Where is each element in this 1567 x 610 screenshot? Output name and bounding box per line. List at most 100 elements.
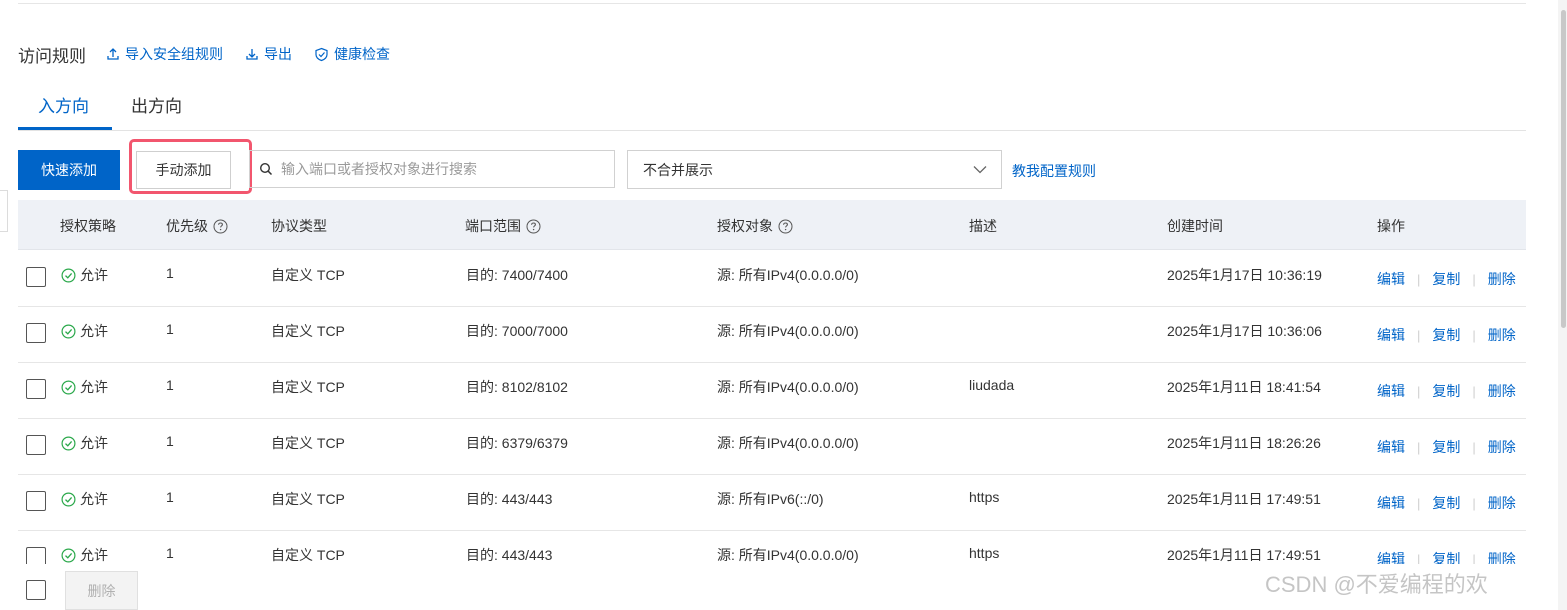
check-circle-icon [61,379,76,395]
batch-delete-button[interactable]: 删除 [65,571,138,610]
page-title: 访问规则 [18,46,86,66]
merge-display-select[interactable]: 不合并展示 [627,150,1002,189]
row-checkbox[interactable] [26,379,46,399]
edit-link[interactable]: 编辑 [1377,269,1405,289]
edit-link[interactable]: 编辑 [1377,325,1405,345]
health-check-link[interactable]: 健康检查 [314,44,390,64]
copy-link[interactable]: 复制 [1432,325,1460,345]
import-rules-label: 导入安全组规则 [125,46,223,62]
row-checkbox[interactable] [26,435,46,455]
protocol-cell: 自定义 TCP [271,491,345,507]
protocol-cell: 自定义 TCP [271,379,345,395]
description-cell: https [969,545,1000,561]
created-time-cell: 2025年1月11日 17:49:51 [1167,547,1321,563]
row-checkbox[interactable] [26,547,46,564]
search-box[interactable] [249,150,615,188]
row-actions: 编辑 | 复制 | 删除 [1377,269,1516,289]
delete-link[interactable]: 删除 [1488,381,1516,401]
created-time-cell: 2025年1月11日 17:49:51 [1167,491,1321,507]
source-cell: 源: 所有IPv4(0.0.0.0/0) [717,323,859,339]
col-description: 描述 [969,218,997,234]
check-circle-icon [61,323,76,339]
quick-add-button[interactable]: 快速添加 [18,150,120,190]
select-all-checkbox[interactable] [26,580,46,600]
side-panel-handle[interactable] [0,190,8,232]
protocol-cell: 自定义 TCP [271,435,345,451]
row-actions: 编辑 | 复制 | 删除 [1377,381,1516,401]
description-cell: liudada [969,377,1015,393]
table-row: 允许 1 自定义 TCP 目的: 7000/7000 源: 所有IPv4(0.0… [18,306,1526,363]
delete-link[interactable]: 删除 [1488,493,1516,513]
export-link[interactable]: 导出 [245,44,292,64]
copy-link[interactable]: 复制 [1432,437,1460,457]
protocol-cell: 自定义 TCP [271,267,345,283]
source-cell: 源: 所有IPv6(::/0) [717,491,824,507]
help-circle-icon[interactable] [213,219,228,234]
priority-cell: 1 [166,377,174,393]
row-actions: 编辑 | 复制 | 删除 [1377,437,1516,457]
watermark: CSDN @不爱编程的欢 [1265,572,1488,597]
policy-allow: 允许 [61,321,108,341]
upload-icon [107,48,119,60]
separator: | [1417,271,1421,287]
separator: | [1417,439,1421,455]
created-time-cell: 2025年1月17日 10:36:19 [1167,267,1322,283]
col-source: 授权对象 [717,216,793,236]
table-row: 允许 1 自定义 TCP 目的: 7400/7400 源: 所有IPv4(0.0… [18,250,1526,307]
row-checkbox[interactable] [26,491,46,511]
port-cell: 目的: 8102/8102 [466,379,568,395]
created-time-cell: 2025年1月17日 10:36:06 [1167,323,1322,339]
annotation-highlight-box [129,139,252,194]
delete-link[interactable]: 删除 [1488,269,1516,289]
separator: | [1417,495,1421,511]
check-circle-icon [61,267,76,283]
search-icon [259,162,273,176]
delete-link[interactable]: 删除 [1488,437,1516,457]
port-cell: 目的: 7400/7400 [466,267,568,283]
edit-link[interactable]: 编辑 [1377,437,1405,457]
copy-link[interactable]: 复制 [1432,381,1460,401]
source-cell: 源: 所有IPv4(0.0.0.0/0) [717,267,859,283]
delete-link[interactable]: 删除 [1488,549,1516,564]
copy-link[interactable]: 复制 [1432,549,1460,564]
config-help-link[interactable]: 教我配置规则 [1012,161,1096,181]
edit-link[interactable]: 编辑 [1377,549,1405,564]
export-label: 导出 [264,46,292,62]
table-row: 允许 1 自定义 TCP 目的: 443/443 源: 所有IPv4(0.0.0… [18,530,1526,564]
protocol-cell: 自定义 TCP [271,323,345,339]
separator: | [1472,271,1476,287]
help-circle-icon[interactable] [526,219,541,234]
download-icon [246,49,258,60]
delete-link[interactable]: 删除 [1488,325,1516,345]
col-port-range: 端口范围 [465,216,541,236]
port-cell: 目的: 7000/7000 [466,323,568,339]
help-circle-icon[interactable] [778,219,793,234]
merge-display-value: 不合并展示 [643,161,713,178]
source-cell: 源: 所有IPv4(0.0.0.0/0) [717,379,859,395]
tab-outbound[interactable]: 出方向 [131,92,182,128]
priority-cell: 1 [166,545,174,561]
col-policy: 授权策略 [60,218,116,234]
priority-cell: 1 [166,433,174,449]
row-checkbox[interactable] [26,323,46,343]
port-cell: 目的: 6379/6379 [466,435,568,451]
tab-inbound[interactable]: 入方向 [38,92,89,128]
page-scrollbar-thumb[interactable] [1561,10,1566,328]
separator: | [1472,383,1476,399]
created-time-cell: 2025年1月11日 18:26:26 [1167,435,1321,451]
table-row: 允许 1 自定义 TCP 目的: 6379/6379 源: 所有IPv4(0.0… [18,418,1526,475]
edit-link[interactable]: 编辑 [1377,381,1405,401]
policy-allow: 允许 [61,265,108,285]
search-input[interactable] [279,160,603,178]
policy-allow: 允许 [61,377,108,397]
policy-allow: 允许 [61,489,108,509]
table-row: 允许 1 自定义 TCP 目的: 443/443 源: 所有IPv6(::/0)… [18,474,1526,531]
priority-cell: 1 [166,265,174,281]
copy-link[interactable]: 复制 [1432,269,1460,289]
import-rules-link[interactable]: 导入安全组规则 [106,44,223,64]
policy-allow: 允许 [61,545,108,564]
copy-link[interactable]: 复制 [1432,493,1460,513]
row-actions: 编辑 | 复制 | 删除 [1377,493,1516,513]
edit-link[interactable]: 编辑 [1377,493,1405,513]
row-checkbox[interactable] [26,267,46,287]
